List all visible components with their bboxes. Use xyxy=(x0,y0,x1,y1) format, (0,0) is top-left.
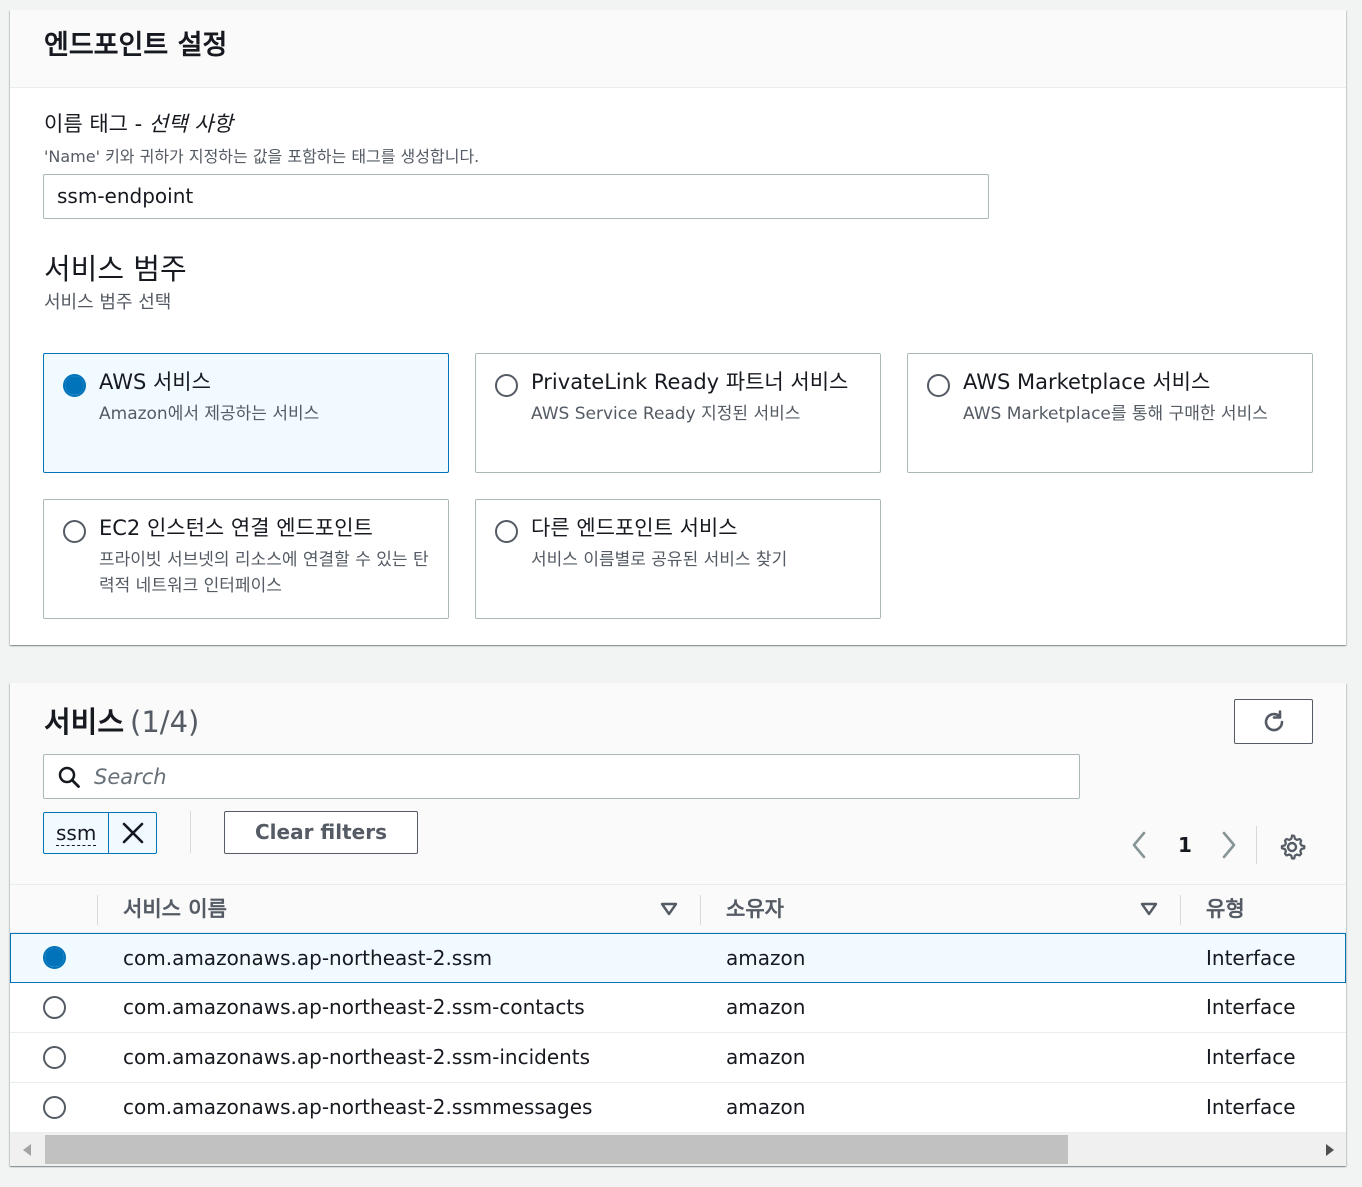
tile-title: EC2 인스턴스 연결 엔드포인트 xyxy=(99,516,373,540)
name-tag-label: 이름 태그 - 선택 사항 xyxy=(44,108,233,138)
filter-token: ssm xyxy=(43,812,158,854)
column-divider xyxy=(700,895,701,925)
radio-selected[interactable] xyxy=(63,374,86,397)
tile-description: Amazon에서 제공하는 서비스 xyxy=(99,404,320,424)
service-category-title: 서비스 범주 xyxy=(44,252,187,286)
divider xyxy=(1256,826,1257,864)
service-category-description: 서비스 범주 선택 xyxy=(44,292,172,313)
clear-filters-button[interactable]: Clear filters xyxy=(224,811,418,854)
panel-header: 엔드포인트 설정 xyxy=(10,10,1346,88)
radio[interactable] xyxy=(495,520,518,543)
chevron-right-icon[interactable] xyxy=(1217,830,1241,860)
scroll-right-arrow[interactable] xyxy=(1326,1144,1334,1156)
table-row[interactable]: com.amazonaws.ap-northeast-2.ssm-contact… xyxy=(10,983,1346,1033)
divider xyxy=(190,811,191,853)
chevron-left-icon[interactable] xyxy=(1127,830,1151,860)
tile-title: AWS 서비스 xyxy=(99,370,211,394)
type-cell: Interface xyxy=(1206,995,1296,1019)
endpoint-settings-panel: 엔드포인트 설정 이름 태그 - 선택 사항 'Name' 키와 귀하가 지정하… xyxy=(10,10,1346,645)
service-name-cell: com.amazonaws.ap-northeast-2.ssm-inciden… xyxy=(123,1045,591,1069)
remove-filter-button[interactable] xyxy=(108,813,156,853)
table-row[interactable]: com.amazonaws.ap-northeast-2.ssm amazon … xyxy=(10,933,1346,983)
services-title: 서비스 (1/4) xyxy=(44,699,199,741)
name-tag-input[interactable]: ssm-endpoint xyxy=(43,174,989,219)
selection-count: (1/4) xyxy=(130,705,200,739)
service-name-cell: com.amazonaws.ap-northeast-2.ssmmessages xyxy=(123,1095,593,1119)
services-panel: 서비스(1/4) ssm Clear filters xyxy=(10,683,1346,1166)
type-cell: Interface xyxy=(1206,1045,1296,1069)
scroll-left-arrow[interactable] xyxy=(23,1144,31,1156)
row-radio[interactable] xyxy=(43,1046,66,1069)
table-header: 서비스 이름 소유자 유형 xyxy=(10,885,1346,933)
name-tag-label-text: 이름 태그 - xyxy=(44,112,149,136)
owner-cell: amazon xyxy=(726,946,806,970)
owner-cell: amazon xyxy=(726,995,806,1019)
filter-token-text: ssm xyxy=(56,821,97,846)
tile-aws-marketplace[interactable]: AWS Marketplace 서비스 AWS Marketplace를 통해 … xyxy=(907,353,1313,473)
sort-down-icon[interactable] xyxy=(660,902,678,916)
service-name-cell: com.amazonaws.ap-northeast-2.ssm-contact… xyxy=(123,995,585,1019)
type-cell: Interface xyxy=(1206,1095,1296,1119)
services-header: 서비스(1/4) ssm Clear filters xyxy=(10,683,1346,885)
column-header-service-name[interactable]: 서비스 이름 xyxy=(123,885,227,933)
gear-icon[interactable] xyxy=(1278,833,1306,861)
tile-description: 서비스 이름별로 공유된 서비스 찾기 xyxy=(531,550,788,570)
owner-cell: amazon xyxy=(726,1045,806,1069)
panel-title: 엔드포인트 설정 xyxy=(44,30,228,61)
services-title-text: 서비스 xyxy=(44,705,125,739)
tile-title: PrivateLink Ready 파트너 서비스 xyxy=(531,370,849,394)
tile-aws-services[interactable]: AWS 서비스 Amazon에서 제공하는 서비스 xyxy=(43,353,449,473)
refresh-button[interactable] xyxy=(1234,699,1313,744)
row-radio[interactable] xyxy=(43,1096,66,1119)
tile-title: 다른 엔드포인트 서비스 xyxy=(531,516,738,540)
owner-cell: amazon xyxy=(726,1095,806,1119)
tile-privatelink-ready[interactable]: PrivateLink Ready 파트너 서비스 AWS Service Re… xyxy=(475,353,881,473)
tile-description: AWS Service Ready 지정된 서비스 xyxy=(531,404,801,424)
column-header-owner[interactable]: 소유자 xyxy=(726,885,784,933)
horizontal-scrollbar[interactable] xyxy=(10,1133,1346,1166)
optional-label: 선택 사항 xyxy=(148,112,233,136)
type-cell: Interface xyxy=(1206,946,1296,970)
tile-description: AWS Marketplace를 통해 구매한 서비스 xyxy=(963,404,1268,424)
table-row[interactable]: com.amazonaws.ap-northeast-2.ssm-inciden… xyxy=(10,1033,1346,1083)
column-divider xyxy=(1180,895,1181,925)
radio[interactable] xyxy=(495,374,518,397)
radio[interactable] xyxy=(63,520,86,543)
search-box xyxy=(43,754,1080,799)
row-radio[interactable] xyxy=(43,996,66,1019)
service-name-cell: com.amazonaws.ap-northeast-2.ssm xyxy=(123,946,493,970)
row-radio-selected[interactable] xyxy=(43,946,66,969)
radio[interactable] xyxy=(927,374,950,397)
table-row[interactable]: com.amazonaws.ap-northeast-2.ssmmessages… xyxy=(10,1083,1346,1133)
page-number[interactable]: 1 xyxy=(1178,833,1192,857)
tile-description: 프라이빗 서브넷의 리소스에 연결할 수 있는 탄력적 네트워크 인터페이스 xyxy=(99,550,429,596)
filter-token-label[interactable]: ssm xyxy=(44,813,108,853)
search-input[interactable] xyxy=(94,755,994,798)
name-tag-description: 'Name' 키와 귀하가 지정하는 값을 포함하는 태그를 생성합니다. xyxy=(44,147,480,166)
close-icon xyxy=(122,822,144,844)
refresh-icon xyxy=(1264,709,1283,731)
tile-title: AWS Marketplace 서비스 xyxy=(963,370,1211,394)
tile-other-endpoint-services[interactable]: 다른 엔드포인트 서비스 서비스 이름별로 공유된 서비스 찾기 xyxy=(475,499,881,619)
column-header-type[interactable]: 유형 xyxy=(1206,885,1245,933)
search-icon xyxy=(58,766,80,788)
column-divider xyxy=(97,895,98,925)
scrollbar-thumb[interactable] xyxy=(45,1135,1068,1164)
sort-down-icon[interactable] xyxy=(1140,902,1158,916)
tile-ec2-instance-connect[interactable]: EC2 인스턴스 연결 엔드포인트 프라이빗 서브넷의 리소스에 연결할 수 있… xyxy=(43,499,449,619)
